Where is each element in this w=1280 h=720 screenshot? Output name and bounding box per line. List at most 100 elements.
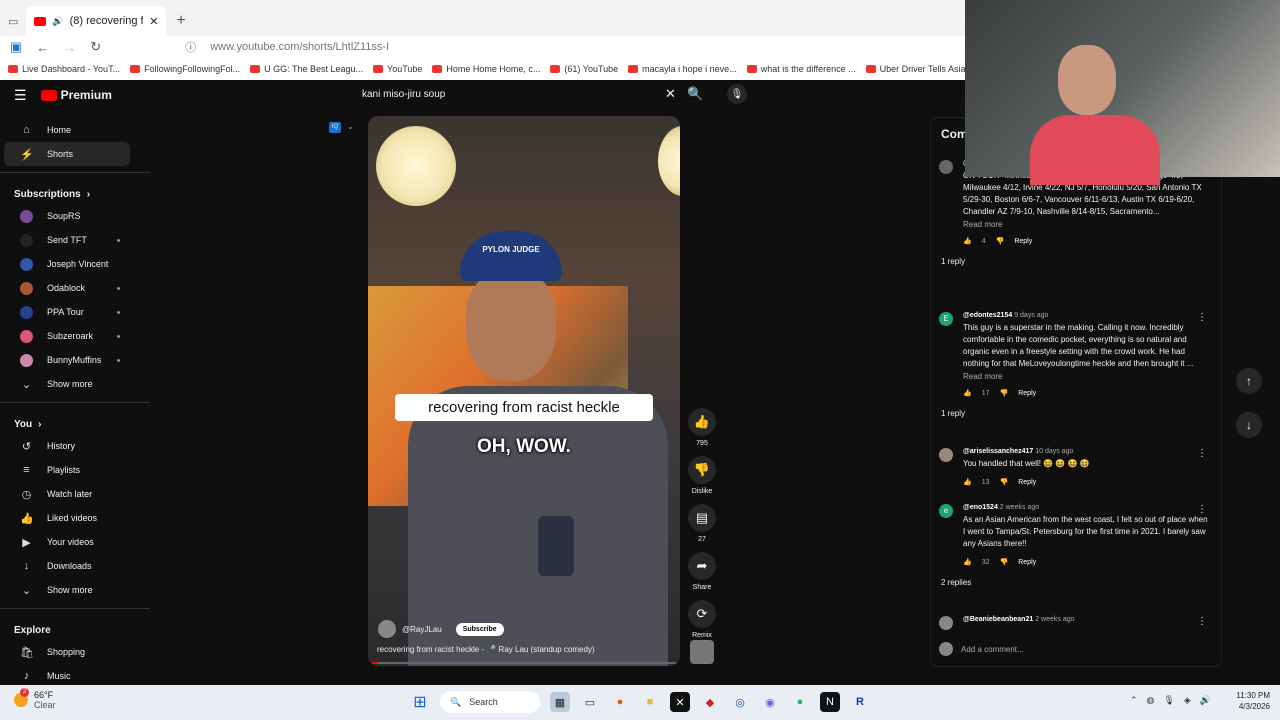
commenter-avatar[interactable] (939, 160, 953, 174)
read-more-link[interactable]: Read more (963, 372, 1211, 381)
reply-button[interactable]: Reply (1018, 559, 1036, 566)
reload-icon[interactable]: ↻ (90, 39, 101, 55)
chevron-down-icon[interactable]: ⌄ (347, 122, 354, 131)
clock[interactable]: 11:30 PM 4/3/2026 (1226, 690, 1270, 712)
sidebar-item-history[interactable]: ↺ History (4, 434, 146, 458)
sidebar-toggle-icon[interactable]: ▣ (10, 39, 22, 55)
like-action[interactable]: 👍 795 (686, 408, 718, 447)
bookmark-item[interactable]: U GG: The Best Leagu... (250, 64, 363, 74)
video-title[interactable]: recovering from racist heckle - 🎤 Ray La… (377, 645, 595, 654)
remix-action[interactable]: ⟳ Remix (686, 600, 718, 639)
comment-author[interactable]: @edontes2154 (963, 312, 1012, 319)
network-icon[interactable]: ◈ (1184, 695, 1191, 706)
taskbar-search[interactable]: 🔍 Search (440, 691, 540, 713)
comment-author[interactable]: @Beaniebeanbean21 (963, 616, 1033, 623)
thumbs-down-icon[interactable]: 👎 (1000, 558, 1009, 566)
x-app-icon[interactable]: ✕ (670, 692, 690, 712)
comments-action[interactable]: ▤ 27 (686, 504, 718, 543)
share-action[interactable]: ➦ Share (686, 552, 718, 591)
chevron-up-icon[interactable]: ⌃ (1130, 695, 1138, 706)
comment-author[interactable]: @eno1524 (963, 504, 998, 511)
channel-name[interactable]: @RayJLau (402, 625, 442, 634)
volume-icon[interactable]: 🔊 (1200, 695, 1211, 706)
subscription-item[interactable]: PPA Tour (4, 300, 146, 324)
bookmark-item[interactable]: Home Home Home, c... (432, 64, 540, 74)
bookmark-item[interactable]: (61) YouTube (550, 64, 618, 74)
show-more-subscriptions[interactable]: ⌄ Show more (4, 372, 146, 396)
sidebar-item-shopping[interactable]: 🛍 Shopping (4, 640, 146, 664)
sidebar-item-your-videos[interactable]: ▶ Your videos (4, 530, 146, 554)
firefox-icon[interactable]: ● (610, 692, 630, 712)
sound-thumbnail[interactable] (690, 640, 714, 664)
commenter-avatar[interactable] (939, 616, 953, 630)
sidebar-item-home[interactable]: ⌂ Home (4, 118, 146, 142)
windows-start-icon[interactable]: ⊞ (410, 692, 430, 712)
previous-video-button[interactable]: ↑ (1236, 368, 1262, 394)
subscription-item[interactable]: Send TFT (4, 228, 146, 252)
share-icon[interactable]: ➦ (688, 552, 716, 580)
new-tab-button[interactable]: + (176, 6, 185, 36)
more-options-icon[interactable]: ⋮ (1197, 616, 1207, 627)
steam-icon[interactable]: ◎ (730, 692, 750, 712)
bookmark-item[interactable]: Live Dashboard - YouT... (8, 64, 120, 74)
view-replies-button[interactable]: 1 reply (941, 257, 1211, 266)
task-view-icon[interactable]: ▦ (550, 692, 570, 712)
bookmark-item[interactable]: Uber Driver Tells Asian... (865, 64, 978, 74)
search-bar[interactable]: kani miso-jiru soup ✕ (355, 83, 685, 105)
browser-tab[interactable]: 🔊 (8) recovering from racist h ✕ (26, 6, 167, 36)
sidebar-item-watch-later[interactable]: ◷ Watch later (4, 482, 146, 506)
notion-icon[interactable]: N (820, 692, 840, 712)
bookmark-item[interactable]: FollowingFollowingFol... (130, 64, 240, 74)
subscription-item[interactable]: Joseph Vincent (4, 252, 146, 276)
channel-avatar[interactable] (378, 620, 396, 638)
read-more-link[interactable]: Read more (963, 220, 1211, 229)
forward-icon[interactable]: → (63, 40, 76, 55)
sidebar-item-playlists[interactable]: ≡ Playlists (4, 458, 146, 482)
site-info-icon[interactable]: ⓘ (185, 39, 196, 55)
sidebar-item-liked-videos[interactable]: 👍 Liked videos (4, 506, 146, 530)
thumbs-up-icon[interactable]: 👍 (963, 237, 972, 245)
speaker-icon[interactable]: 🔊 (52, 16, 63, 27)
comment-time[interactable]: 10 days ago (1035, 448, 1073, 455)
add-comment-box[interactable]: Add a comment... (939, 642, 1209, 656)
sidebar-item-shorts[interactable]: ⚡ Shorts (4, 142, 130, 166)
iq-badge[interactable]: IQ (329, 122, 341, 133)
mic-tray-icon[interactable]: 🎙 (1163, 695, 1174, 706)
thumbs-down-icon[interactable]: 👎 (688, 456, 716, 484)
thumbs-up-icon[interactable]: 👍 (963, 478, 972, 486)
subscription-item[interactable]: BunnyMuffins (4, 348, 146, 372)
file-manager-icon[interactable]: ▭ (580, 692, 600, 712)
comment-icon[interactable]: ▤ (688, 504, 716, 532)
next-video-button[interactable]: ↓ (1236, 412, 1262, 438)
comment-author[interactable]: @ariselissanchez417 (963, 448, 1033, 455)
r-app-icon[interactable]: R (850, 692, 870, 712)
weather-widget[interactable]: 2 66°F Clear (14, 688, 56, 710)
discord-icon[interactable]: ◉ (760, 692, 780, 712)
youtube-logo[interactable]: Premium (40, 88, 112, 102)
comment-time[interactable]: 2 weeks ago (1000, 504, 1039, 511)
address-bar[interactable]: www.youtube.com/shorts/LhtlZ11ss-I (210, 41, 389, 53)
reply-button[interactable]: Reply (1018, 479, 1036, 486)
comment-time[interactable]: 9 days ago (1014, 312, 1048, 319)
dislike-action[interactable]: 👎 Dislike (686, 456, 718, 495)
view-replies-button[interactable]: 1 reply (941, 409, 1211, 418)
thumbs-down-icon[interactable]: 👎 (996, 237, 1005, 245)
remix-icon[interactable]: ⟳ (688, 600, 716, 628)
subscription-item[interactable]: Subzeroark (4, 324, 146, 348)
bookmark-item[interactable]: YouTube (373, 64, 422, 74)
game-app-icon[interactable]: ◆ (700, 692, 720, 712)
folder-icon[interactable]: ■ (640, 692, 660, 712)
commenter-avatar[interactable]: e (939, 504, 953, 518)
tab-actions-icon[interactable]: ▭ (4, 15, 26, 36)
tray-app-icon[interactable]: ◍ (1147, 695, 1155, 706)
thumbs-down-icon[interactable]: 👎 (1000, 478, 1009, 486)
search-input[interactable]: kani miso-jiru soup (355, 89, 665, 100)
spotify-icon[interactable]: ● (790, 692, 810, 712)
shorts-video-player[interactable]: PYLON JUDGE (368, 116, 680, 666)
commenter-avatar[interactable] (939, 448, 953, 462)
view-replies-button[interactable]: 2 replies (941, 578, 1211, 587)
subscription-item[interactable]: SoupRS (4, 204, 146, 228)
sidebar-item-downloads[interactable]: ↓ Downloads (4, 554, 146, 578)
thumbs-up-icon[interactable]: 👍 (688, 408, 716, 436)
search-icon[interactable]: 🔍 (687, 86, 703, 102)
